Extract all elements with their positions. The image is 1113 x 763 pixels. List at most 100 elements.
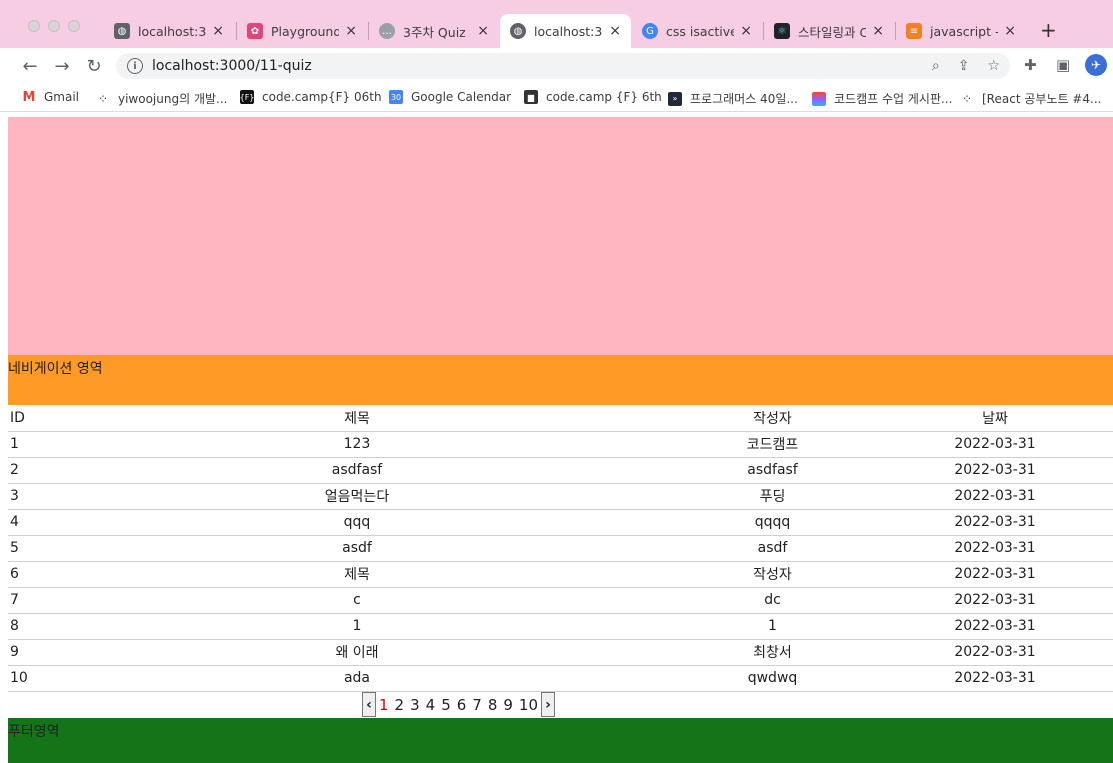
bookmark-label: Google Calendar (411, 90, 512, 104)
tab-label: 스타일링과 CS (798, 24, 867, 40)
google-icon: G (642, 23, 658, 39)
browser-tab[interactable]: G css isactive × (632, 14, 762, 48)
table-row[interactable]: 3 얼음먹는다 푸딩 2022-03-31 (8, 483, 1113, 510)
side-panel-icon[interactable]: ▣ (1056, 56, 1070, 74)
cell-date: 2022-03-31 (877, 561, 1113, 588)
bookmark-item[interactable]: 30 Google Calendar (389, 90, 511, 104)
page-number[interactable]: 4 (426, 696, 436, 714)
cell-writer: 1 (668, 613, 877, 640)
page-number-list: 1 2 3 4 5 6 7 8 9 10 (376, 696, 541, 714)
browser-tab[interactable]: ✿ Playground × (237, 14, 367, 48)
back-arrow-icon[interactable]: ← (18, 54, 42, 78)
address-bar[interactable]: i localhost:3000/11-quiz ⌕ ⇪ ☆ (116, 53, 1010, 79)
zoom-magnifier-icon[interactable]: ⌕ (932, 58, 940, 74)
footer-area: 푸터영역 (8, 718, 1113, 763)
board-table: ID 제목 작성자 날짜 1 123 코드캠프 2022-03-31 2 asdfasf a… (8, 405, 1113, 692)
tab-close-icon[interactable]: × (212, 23, 224, 39)
tab-close-icon[interactable]: × (477, 23, 489, 39)
window-zoom-dot[interactable] (68, 20, 80, 32)
table-row[interactable]: 9왜 이래 최창서 2022-03-31 (8, 639, 1113, 666)
tab-label: javascript - (930, 23, 999, 39)
codecamp-icon: {F} (240, 90, 254, 104)
cell-id: 4 (8, 509, 46, 536)
tab-close-icon[interactable]: × (740, 23, 752, 39)
cell-title: 123 (46, 431, 668, 458)
bookmark-item[interactable]: ⁘ yiwoojung의 개발... (96, 90, 228, 107)
cell-title: 왜 이래 (46, 639, 668, 666)
browser-tab[interactable]: ⚛ 스타일링과 CS × (764, 14, 894, 48)
cell-title: c (46, 587, 668, 614)
cell-writer: 작성자 (668, 561, 877, 588)
tab-close-icon[interactable]: × (345, 23, 357, 39)
table-row[interactable]: 6 제목 작성자 2022-03-31 (8, 561, 1113, 588)
url-text[interactable]: localhost:3000/11-quiz (152, 58, 932, 74)
page-number[interactable]: 3 (410, 696, 420, 714)
table-body: 1 123 코드캠프 2022-03-31 2 asdfasf asdfasf 2022-03… (8, 431, 1113, 692)
globe-icon: ◍ (510, 23, 526, 39)
bookmark-item[interactable]: M Gmail (22, 90, 79, 105)
table-row[interactable]: 10 ada qwdwq 2022-03-31 (8, 665, 1113, 692)
programmers-icon: » (668, 91, 682, 106)
table-row[interactable]: 4 qqq qqqq 2022-03-31 (8, 509, 1113, 536)
browser-tab[interactable]: … 3주차 Quiz × (369, 14, 499, 48)
calendar-icon: 30 (389, 90, 403, 104)
tab-label: localhost:30 (138, 23, 207, 39)
table-row[interactable]: 8 1 1 2022-03-31 (8, 613, 1113, 640)
codecamp-id-icon: ▆ (524, 90, 538, 104)
table-row[interactable]: 2 asdfasf asdfasf 2022-03-31 (8, 457, 1113, 484)
page-number[interactable]: 6 (457, 696, 467, 714)
tab-close-icon[interactable]: × (609, 23, 621, 39)
browser-tab-active[interactable]: ◍ localhost:30 × (500, 14, 631, 48)
reload-icon[interactable]: ↻ (82, 54, 106, 78)
table-row[interactable]: 7 c dc 2022-03-31 (8, 587, 1113, 614)
bookmark-label: code.camp {F} 6th (546, 90, 662, 104)
velog-icon: ⁘ (97, 91, 109, 106)
window-minimize-dot[interactable] (48, 20, 60, 32)
prev-page-button[interactable]: ‹ (362, 692, 376, 717)
new-tab-button[interactable]: + (1040, 18, 1057, 42)
table-row[interactable]: 1 123 코드캠프 2022-03-31 (8, 431, 1113, 458)
cell-date: 2022-03-31 (877, 613, 1113, 640)
cell-writer: qqqq (668, 509, 877, 536)
bookmark-star-icon[interactable]: ☆ (987, 58, 1000, 74)
bookmark-item[interactable]: » 프로그래머스 40일... (668, 90, 798, 107)
tab-label: localhost:30 (534, 23, 604, 39)
bookmark-item[interactable]: ⁘ [React 공부노트 #4... (960, 90, 1101, 107)
page-number[interactable]: 10 (519, 696, 538, 714)
cell-title: 제목 (46, 561, 668, 588)
browser-tab[interactable]: ≡ javascript - × (896, 14, 1026, 48)
page-number[interactable]: 1 (379, 696, 389, 714)
tab-close-icon[interactable]: × (1004, 23, 1016, 39)
bookmark-item[interactable]: 코드캠프 수업 게시판... (812, 90, 952, 107)
navigation-area: 네비게이션 영역 (8, 355, 1113, 405)
profile-avatar[interactable]: ✈ (1085, 54, 1107, 76)
table-row[interactable]: 5 asdf asdf 2022-03-31 (8, 535, 1113, 562)
forward-arrow-icon[interactable]: → (50, 54, 74, 78)
header-date: 날짜 (877, 405, 1113, 432)
bookmark-item[interactable]: {F} code.camp{F} 06th (240, 90, 382, 104)
cell-date: 2022-03-31 (877, 431, 1113, 458)
page-number[interactable]: 7 (472, 696, 482, 714)
site-info-icon[interactable]: i (127, 58, 143, 74)
bookmark-item[interactable]: ▆ code.camp {F} 6th (524, 90, 662, 104)
browser-tab[interactable]: ◍ localhost:30 × (104, 14, 234, 48)
page-number[interactable]: 2 (395, 696, 405, 714)
react-icon: ⚛ (774, 23, 790, 39)
page-content: 네비게이션 영역 ID 제목 작성자 날짜 1 123 코드캠프 2022-03-31… (8, 117, 1113, 763)
chat-bubble-icon: … (379, 23, 395, 39)
cell-id: 7 (8, 587, 46, 614)
window-close-dot[interactable] (28, 20, 40, 32)
stackoverflow-icon: ≡ (906, 23, 922, 39)
next-page-button[interactable]: › (541, 692, 556, 717)
tab-close-icon[interactable]: × (872, 23, 884, 39)
page-number[interactable]: 5 (441, 696, 451, 714)
browser-tab-strip: ◍ localhost:30 × ✿ Playground × … 3주차 Qu… (0, 0, 1113, 48)
cell-title: 얼음먹는다 (46, 483, 668, 510)
cell-writer: dc (668, 587, 877, 614)
bookmark-label: [React 공부노트 #4... (982, 92, 1102, 106)
page-number[interactable]: 9 (503, 696, 513, 714)
extensions-puzzle-icon[interactable]: ✚ (1024, 56, 1037, 74)
page-number[interactable]: 8 (488, 696, 498, 714)
share-icon[interactable]: ⇪ (958, 58, 970, 74)
cell-writer: asdfasf (668, 457, 877, 484)
